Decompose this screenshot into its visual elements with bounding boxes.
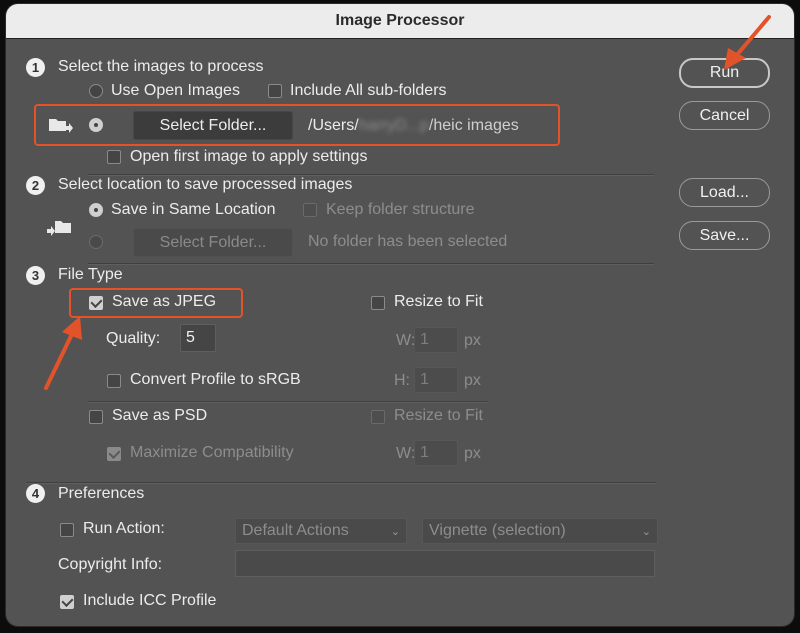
select-folder-radio[interactable]: [89, 118, 103, 132]
dialog-title: Image Processor: [335, 12, 465, 29]
cancel-button[interactable]: Cancel: [679, 101, 770, 130]
section-1-title: Select the images to process: [58, 58, 264, 75]
include-subfolders-label: Include All sub-folders: [290, 82, 447, 99]
resize-psd-checkbox[interactable]: [371, 410, 385, 424]
jpeg-height-label: H:: [394, 372, 410, 389]
title-bar: Image Processor: [6, 4, 794, 39]
destination-folder-status: No folder has been selected: [308, 233, 508, 250]
step-1-badge: 1: [26, 58, 45, 77]
divider: [88, 401, 488, 403]
chevron-down-icon: ⌄: [641, 525, 651, 538]
keep-folder-structure-label: Keep folder structure: [326, 201, 475, 218]
action-value: Vignette (selection): [429, 522, 566, 539]
psd-width-input[interactable]: 1: [414, 440, 458, 466]
image-processor-dialog: Image Processor 1 Select the images to p…: [6, 4, 794, 626]
divider: [26, 482, 656, 484]
step-4-badge: 4: [26, 484, 45, 503]
path-blurred: harryD...p: [358, 117, 429, 134]
section-2-title: Select location to save processed images: [58, 176, 353, 193]
maximize-compatibility-checkbox[interactable]: [107, 447, 121, 461]
jpeg-width-label: W:: [396, 332, 416, 349]
run-action-label: Run Action:: [83, 520, 165, 537]
save-as-jpeg-label: Save as JPEG: [112, 293, 217, 310]
convert-srgb-checkbox[interactable]: [107, 374, 121, 388]
open-first-image-label: Open first image to apply settings: [130, 148, 368, 165]
source-folder-path: /Users/harryD...p/heic images: [308, 117, 519, 135]
resize-jpeg-checkbox[interactable]: [371, 296, 385, 310]
run-action-checkbox[interactable]: [60, 523, 74, 537]
use-open-images-label: Use Open Images: [111, 82, 240, 99]
resize-jpeg-label: Resize to Fit: [394, 293, 483, 310]
psd-width-unit: px: [464, 445, 481, 462]
jpeg-height-input[interactable]: 1: [414, 367, 458, 393]
include-subfolders-checkbox[interactable]: [268, 84, 282, 98]
convert-srgb-label: Convert Profile to sRGB: [130, 371, 301, 388]
copyright-label: Copyright Info:: [58, 556, 163, 573]
select-destination-radio[interactable]: [89, 235, 103, 249]
path-prefix: /Users/: [308, 117, 359, 134]
action-set-value: Default Actions: [242, 522, 349, 539]
keep-folder-structure-checkbox[interactable]: [303, 203, 317, 217]
path-suffix: /heic images: [428, 117, 519, 134]
psd-width-label: W:: [396, 445, 416, 462]
quality-input[interactable]: 5: [180, 324, 216, 352]
section-3-title: File Type: [58, 266, 123, 283]
save-as-psd-label: Save as PSD: [112, 407, 208, 424]
resize-psd-label: Resize to Fit: [394, 407, 483, 424]
save-as-jpeg-checkbox[interactable]: [89, 296, 103, 310]
open-first-image-checkbox[interactable]: [107, 150, 121, 164]
folder-source-icon: [49, 119, 73, 133]
load-button[interactable]: Load...: [679, 178, 770, 207]
annotation-arrow-run-icon: [724, 15, 771, 70]
save-same-location-label: Save in Same Location: [111, 201, 276, 218]
divider: [88, 263, 654, 265]
jpeg-width-input[interactable]: 1: [414, 327, 458, 353]
include-icc-checkbox[interactable]: [60, 595, 74, 609]
copyright-input[interactable]: [235, 550, 655, 577]
step-2-badge: 2: [26, 176, 45, 195]
include-icc-label: Include ICC Profile: [83, 592, 217, 609]
select-destination-folder-button[interactable]: Select Folder...: [133, 228, 293, 257]
chevron-down-icon: ⌄: [390, 525, 400, 538]
jpeg-width-unit: px: [464, 332, 481, 349]
section-4-title: Preferences: [58, 485, 145, 502]
select-source-folder-button[interactable]: Select Folder...: [133, 111, 293, 140]
annotation-arrow-jpeg-icon: [44, 316, 82, 390]
action-set-select[interactable]: Default Actions ⌄: [235, 518, 407, 544]
save-button[interactable]: Save...: [679, 221, 770, 250]
action-select[interactable]: Vignette (selection) ⌄: [422, 518, 658, 544]
step-3-badge: 3: [26, 266, 45, 285]
save-as-psd-checkbox[interactable]: [89, 410, 103, 424]
jpeg-height-unit: px: [464, 372, 481, 389]
folder-destination-icon: [47, 221, 71, 236]
use-open-images-radio[interactable]: [89, 84, 103, 98]
quality-label: Quality:: [106, 330, 161, 347]
maximize-compatibility-label: Maximize Compatibility: [130, 444, 294, 461]
save-same-location-radio[interactable]: [89, 203, 103, 217]
